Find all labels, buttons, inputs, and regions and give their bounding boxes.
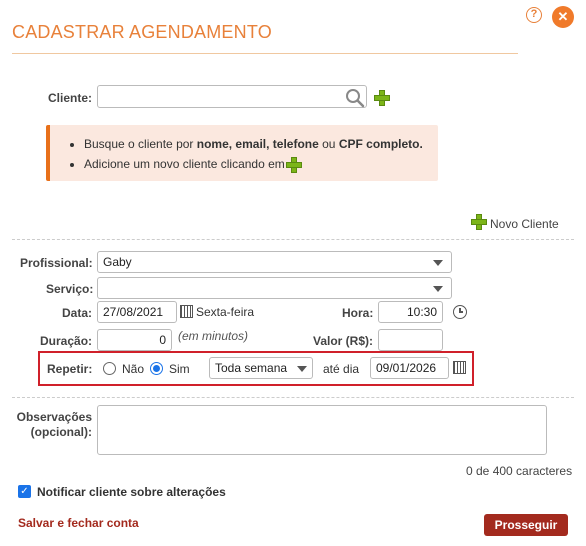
observacoes-textarea[interactable] [97, 405, 547, 455]
data-label: Data: [62, 306, 93, 320]
profissional-select[interactable]: Gaby [97, 251, 452, 273]
time-value: 10:30 [406, 305, 437, 319]
info-line-add: Adicione um novo cliente clicando em [84, 154, 438, 174]
save-close-link[interactable]: Salvar e fechar conta [18, 516, 139, 530]
calendar-icon[interactable] [453, 361, 466, 374]
value-input[interactable] [378, 329, 443, 351]
notify-label[interactable]: Notificar cliente sobre alterações [37, 485, 226, 499]
close-icon[interactable]: ✕ [552, 6, 574, 28]
add-icon [286, 157, 302, 173]
profissional-value: Gaby [103, 255, 132, 269]
divider [12, 239, 574, 240]
client-label: Cliente: [48, 91, 93, 105]
add-client-icon[interactable] [374, 90, 390, 106]
until-date-value: 09/01/2026 [376, 361, 437, 375]
duration-hint: (em minutos) [178, 329, 249, 343]
repeat-no-radio[interactable] [103, 362, 116, 375]
duration-value: 0 [159, 333, 166, 347]
weekday-label: Sexta-feira [196, 305, 255, 319]
repeat-yes-label[interactable]: Sim [169, 362, 190, 376]
date-value: 27/08/2021 [103, 305, 164, 319]
time-input[interactable]: 10:30 [378, 301, 443, 323]
client-search-input[interactable] [97, 85, 367, 108]
notify-checkbox[interactable]: ✓ [18, 485, 31, 498]
repeat-frequency-value: Toda semana [215, 361, 288, 375]
new-client-link[interactable]: Novo Cliente [490, 217, 559, 231]
new-client-plus-icon[interactable] [471, 214, 487, 230]
valor-label: Valor (R$): [313, 334, 374, 348]
servico-label: Serviço: [46, 282, 94, 296]
until-label: até dia [323, 362, 360, 376]
page-title: CADASTRAR AGENDAMENTO [12, 22, 272, 42]
help-icon[interactable]: ? [526, 7, 542, 23]
info-line-search: Busque o cliente por nome, email, telefo… [84, 134, 438, 154]
repeat-frequency-select[interactable]: Toda semana [209, 357, 313, 379]
title-divider [12, 53, 518, 54]
chevron-down-icon [433, 286, 443, 292]
duracao-label: Duração: [40, 334, 93, 348]
duration-input[interactable]: 0 [97, 329, 172, 351]
hora-label: Hora: [342, 306, 374, 320]
profissional-label: Profissional: [20, 256, 93, 270]
repeat-yes-radio[interactable] [150, 362, 163, 375]
servico-select[interactable] [97, 277, 452, 299]
divider [12, 397, 574, 398]
repeat-label: Repetir: [47, 362, 93, 376]
clock-icon[interactable] [453, 305, 467, 319]
repeat-no-label[interactable]: Não [122, 362, 144, 376]
observacoes-label: Observações (opcional): [16, 410, 92, 439]
date-input[interactable]: 27/08/2021 [97, 301, 177, 323]
chevron-down-icon [433, 260, 443, 266]
calendar-icon[interactable] [180, 305, 193, 318]
search-icon[interactable] [345, 88, 365, 108]
info-box: Busque o cliente por nome, email, telefo… [46, 125, 438, 181]
char-counter: 0 de 400 caracteres [466, 464, 573, 478]
chevron-down-icon [297, 366, 307, 372]
proceed-button[interactable]: Prosseguir [484, 514, 568, 536]
until-date-input[interactable]: 09/01/2026 [370, 357, 449, 379]
